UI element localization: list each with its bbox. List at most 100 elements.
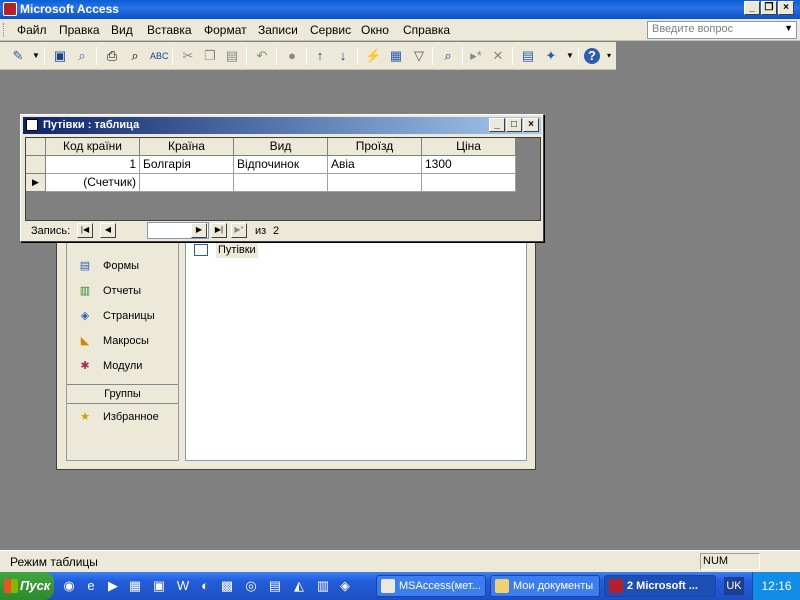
new-record-autonumber[interactable]: (Счетчик) — [46, 174, 140, 192]
menu-view[interactable]: Вид — [111, 23, 133, 37]
copy-icon[interactable]: ❐ — [202, 48, 218, 64]
sort-ascending-icon[interactable]: ↑ — [312, 48, 328, 64]
menu-format[interactable]: Формат — [204, 23, 247, 37]
previous-record-button[interactable]: ◀ — [100, 223, 116, 238]
sort-descending-icon[interactable]: ↓ — [335, 48, 351, 64]
reports-icon: ▥ — [79, 285, 91, 297]
new-object-icon[interactable]: ✦ — [543, 48, 559, 64]
column-header[interactable]: Проїзд — [328, 138, 422, 156]
app-title-bar[interactable]: Microsoft Access _ ❐ × — [0, 0, 800, 19]
restore-button[interactable]: ❐ — [761, 1, 777, 15]
undo-icon[interactable]: ↶ — [254, 48, 270, 64]
table-cell[interactable] — [422, 174, 516, 192]
task-button[interactable]: Мои документы — [490, 575, 600, 597]
menu-file[interactable]: Файл — [17, 23, 47, 37]
new-record-button[interactable]: ▶* — [231, 223, 247, 238]
row-selector[interactable] — [26, 156, 46, 174]
table-cell[interactable]: 1 — [46, 156, 140, 174]
table-cell[interactable]: Болгарія — [140, 156, 234, 174]
table-cell[interactable] — [234, 174, 328, 192]
insert-hyperlink-icon[interactable]: ● — [284, 48, 300, 64]
quicklaunch-icon[interactable]: ◐ — [196, 577, 214, 595]
quicklaunch-icon[interactable]: ◭ — [290, 577, 308, 595]
spelling-icon[interactable]: ABC — [150, 48, 169, 64]
menu-records[interactable]: Записи — [258, 23, 298, 37]
next-record-button[interactable]: ▶ — [191, 223, 207, 238]
access-app-icon[interactable] — [3, 2, 17, 16]
delete-record-icon[interactable]: ✕ — [490, 48, 506, 64]
column-header[interactable]: Код країни — [46, 138, 140, 156]
menu-grip[interactable] — [3, 23, 6, 37]
ask-question-box[interactable]: Введите вопрос ▼ — [647, 21, 797, 39]
first-record-button[interactable]: |◀ — [77, 223, 93, 238]
print-preview-icon[interactable]: ⌕ — [127, 48, 143, 64]
print-icon[interactable]: ⎙ — [104, 48, 120, 64]
table-cell[interactable]: 1300 — [422, 156, 516, 174]
object-forms[interactable]: ▤ Формы — [77, 259, 139, 277]
column-header[interactable]: Вид — [234, 138, 328, 156]
help-icon[interactable]: ? — [584, 48, 600, 64]
new-object-dropdown-icon[interactable]: ▼ — [562, 48, 578, 64]
menu-edit[interactable]: Правка — [59, 23, 100, 37]
task-label: Мои документы — [513, 580, 594, 592]
last-record-button[interactable]: ▶| — [211, 223, 227, 238]
close-button[interactable]: × — [778, 1, 794, 15]
filter-by-selection-icon[interactable]: ⚡ — [365, 48, 381, 64]
menu-tools[interactable]: Сервис — [310, 23, 351, 37]
language-indicator[interactable]: UK — [724, 577, 744, 595]
quicklaunch-icon[interactable]: ▣ — [150, 577, 168, 595]
cut-icon[interactable]: ✂ — [180, 48, 196, 64]
table-cell[interactable]: Відпочинок — [234, 156, 328, 174]
groups-header[interactable]: Группы — [67, 384, 178, 404]
minimize-button[interactable]: _ — [489, 118, 505, 132]
quicklaunch-icon[interactable]: ▥ — [314, 577, 332, 595]
find-icon[interactable]: ⌕ — [440, 48, 456, 64]
favorites-icon: ★ — [80, 411, 90, 423]
chevron-down-icon[interactable]: ▼ — [784, 23, 793, 33]
quicklaunch-icon[interactable]: ▩ — [218, 577, 236, 595]
save-icon[interactable]: ▣ — [52, 48, 68, 64]
object-modules[interactable]: ✱ Модули — [77, 359, 142, 377]
quicklaunch-icon[interactable]: ▤ — [266, 577, 284, 595]
object-pages[interactable]: ◈ Страницы — [77, 309, 155, 327]
filter-by-form-icon[interactable]: ▦ — [388, 48, 404, 64]
object-macros[interactable]: ◣ Макросы — [77, 334, 149, 352]
menu-help[interactable]: Справка — [403, 23, 450, 37]
word-icon[interactable]: W — [174, 577, 192, 595]
quicklaunch-icon[interactable]: ◉ — [60, 577, 78, 595]
quicklaunch-icon[interactable]: ◈ — [336, 577, 354, 595]
media-player-icon[interactable]: ▶ — [104, 577, 122, 595]
close-button[interactable]: × — [523, 118, 539, 132]
task-button[interactable]: MSAccess(мет... — [376, 575, 486, 597]
search-file-icon[interactable]: ⌕ — [74, 48, 90, 64]
table-window-title-bar[interactable]: Путівки : таблица _ □ × — [23, 117, 541, 134]
table-cell[interactable] — [328, 174, 422, 192]
select-all-corner[interactable] — [26, 138, 46, 156]
table-cell[interactable]: Авіа — [328, 156, 422, 174]
menu-window[interactable]: Окно — [361, 23, 389, 37]
minimize-button[interactable]: _ — [744, 1, 760, 15]
current-record-indicator-icon[interactable]: ▶ — [26, 174, 46, 192]
table-cell[interactable] — [140, 174, 234, 192]
internet-explorer-icon[interactable]: e — [82, 577, 100, 595]
column-header[interactable]: Країна — [140, 138, 234, 156]
group-favorites[interactable]: ★ Избранное — [77, 410, 159, 428]
toolbar-options-icon[interactable]: ▾ — [604, 48, 614, 64]
paste-icon[interactable]: ▤ — [224, 48, 240, 64]
apply-filter-icon[interactable]: ▽ — [411, 48, 427, 64]
list-item[interactable]: Путівки — [194, 242, 258, 262]
menu-insert[interactable]: Вставка — [147, 23, 192, 37]
view-icon[interactable]: ✎ — [10, 48, 26, 64]
task-button-active[interactable]: 2 Microsoft ... — [604, 575, 716, 597]
column-header[interactable]: Ціна — [422, 138, 516, 156]
view-dropdown-icon[interactable]: ▼ — [28, 48, 44, 64]
database-window-icon[interactable]: ▤ — [520, 48, 536, 64]
quicklaunch-icon[interactable]: ◎ — [242, 577, 260, 595]
new-record-icon[interactable]: ▸* — [468, 48, 484, 64]
start-button[interactable]: Пуск — [0, 572, 54, 600]
object-reports[interactable]: ▥ Отчеты — [77, 284, 141, 302]
maximize-button[interactable]: □ — [506, 118, 522, 132]
status-bar: Режим таблицы NUM — [0, 550, 800, 572]
quicklaunch-icon[interactable]: ▦ — [126, 577, 144, 595]
clock[interactable]: 12:16 — [761, 579, 791, 593]
